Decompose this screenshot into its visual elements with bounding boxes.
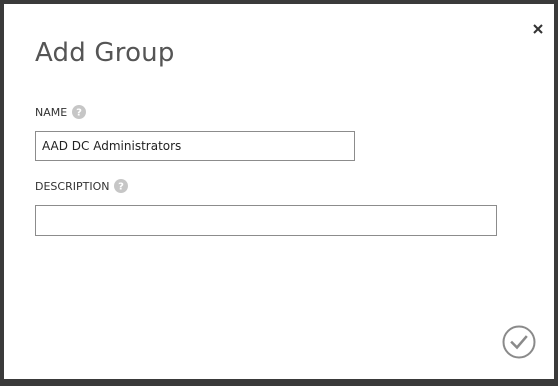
name-label-text: NAME xyxy=(35,105,68,119)
svg-text:?: ? xyxy=(119,182,125,193)
name-field-label: NAME ? xyxy=(35,105,87,119)
add-group-dialog: Add Group NAME ? DESCRIPTION ? xyxy=(4,4,554,379)
name-input[interactable] xyxy=(35,131,355,161)
description-label-text: DESCRIPTION xyxy=(35,179,110,193)
help-icon[interactable]: ? xyxy=(72,105,87,119)
close-icon xyxy=(533,24,543,34)
confirm-button[interactable] xyxy=(502,325,536,359)
svg-text:?: ? xyxy=(76,108,82,119)
close-button[interactable] xyxy=(529,20,547,38)
checkmark-circle-icon xyxy=(502,325,536,359)
help-icon[interactable]: ? xyxy=(114,179,129,193)
description-input[interactable] xyxy=(35,205,497,236)
dialog-title: Add Group xyxy=(35,38,175,68)
description-field-label: DESCRIPTION ? xyxy=(35,179,129,193)
